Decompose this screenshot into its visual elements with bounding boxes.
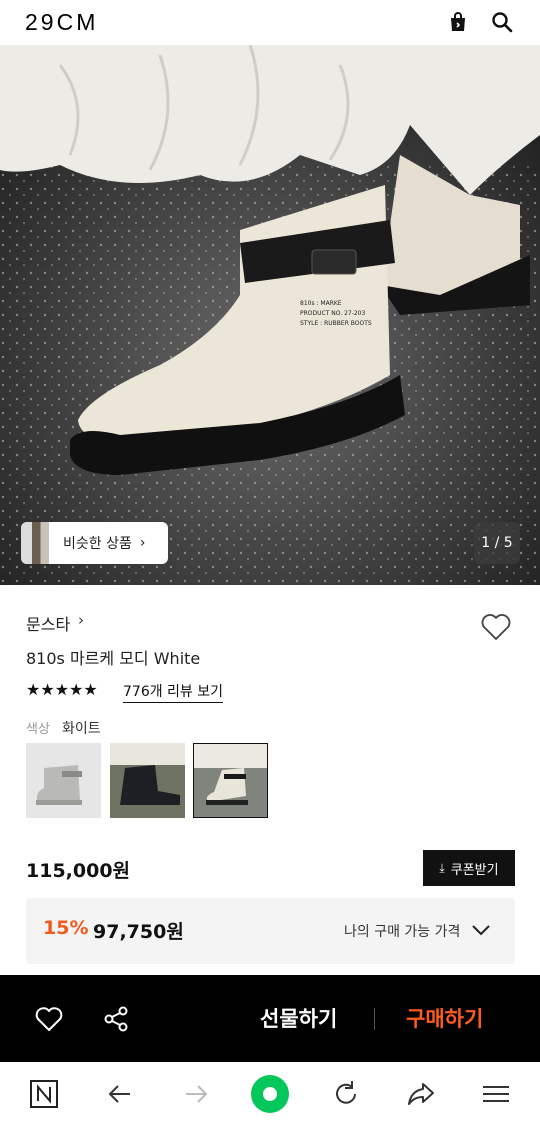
browser-navigation-bar: [0, 1062, 540, 1127]
coupon-label: 쿠폰받기: [450, 862, 499, 878]
wishlist-heart-icon[interactable]: [480, 612, 512, 642]
similar-products-button[interactable]: 비슷한 상품 ›: [21, 522, 168, 564]
green-dot-icon[interactable]: [250, 1074, 290, 1114]
color-option-gray[interactable]: [26, 743, 101, 818]
my-price-label: 나의 구매 가능 가격: [344, 924, 461, 940]
rating-stars: ★★★★★: [26, 680, 98, 699]
naver-home-icon[interactable]: [28, 1078, 60, 1110]
buy-button[interactable]: 구매하기: [406, 1003, 483, 1033]
search-icon[interactable]: [490, 10, 514, 34]
product-image-carousel[interactable]: 810s : MARKE PRODUCT NO. 27-203 STYLE : …: [0, 45, 540, 585]
similar-thumbnail: [21, 522, 49, 564]
discount-price: 97,750원: [93, 921, 184, 943]
product-photo: 810s : MARKE PRODUCT NO. 27-203 STYLE : …: [0, 45, 540, 585]
app-header: 29CM: [0, 0, 540, 45]
my-price-box[interactable]: 15% 97,750원 나의 구매 가능 가격: [26, 898, 515, 964]
boot-thumbnail: [110, 743, 185, 818]
similar-label: 비슷한 상품: [63, 536, 132, 552]
heart-icon[interactable]: [34, 1005, 64, 1033]
download-icon: ⤓: [439, 860, 445, 875]
brand-link[interactable]: 문스타: [26, 611, 70, 635]
discount-rate: 15%: [43, 917, 89, 939]
chevron-right-icon: ›: [139, 535, 146, 551]
chevron-right-icon: ›: [78, 611, 84, 629]
boot-thumbnail: [36, 765, 82, 805]
share-arrow-icon[interactable]: [405, 1078, 437, 1110]
shopping-bag-icon[interactable]: [446, 10, 470, 34]
color-option-white[interactable]: [193, 743, 268, 818]
boot-thumbnail: [194, 744, 267, 817]
back-arrow-icon[interactable]: [104, 1078, 136, 1110]
forward-arrow-icon[interactable]: [180, 1078, 212, 1110]
svg-text:810s : MARKE: 810s : MARKE: [300, 300, 342, 307]
review-link[interactable]: 776개 리뷰 보기: [123, 681, 224, 703]
purchase-bar: 선물하기 구매하기: [0, 975, 540, 1062]
menu-icon[interactable]: [480, 1078, 512, 1110]
gift-button[interactable]: 선물하기: [260, 1003, 337, 1033]
logo[interactable]: 29CM: [25, 9, 98, 36]
refresh-icon[interactable]: [330, 1078, 362, 1110]
svg-text:PRODUCT NO. 27-203: PRODUCT NO. 27-203: [300, 310, 366, 317]
coupon-button[interactable]: ⤓ 쿠폰받기: [423, 850, 515, 886]
original-price: 115,000원: [26, 860, 131, 882]
image-page-indicator: 1 / 5: [474, 522, 520, 564]
share-icon[interactable]: [103, 1005, 131, 1033]
color-label: 색상: [26, 722, 50, 737]
divider: [374, 1008, 375, 1030]
product-name: 810s 마르케 모디 White: [26, 649, 201, 668]
color-option-black[interactable]: [110, 743, 185, 818]
chevron-down-icon: [472, 925, 490, 936]
color-value: 화이트: [62, 721, 101, 737]
svg-text:STYLE : RUBBER BOOTS: STYLE : RUBBER BOOTS: [300, 320, 372, 327]
